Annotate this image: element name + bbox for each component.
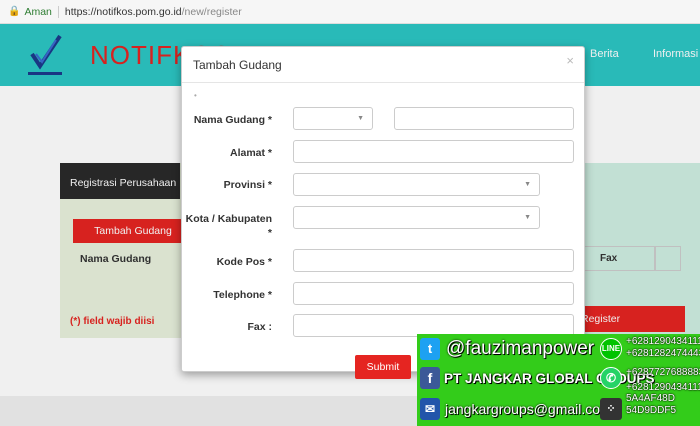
bbm-icon: ⁘ [600,398,622,420]
line-icon: LINE [600,338,622,360]
phone-number: +6281282474443 [626,348,700,359]
twitter-handle: @fauzimanpower [446,338,595,359]
submit-button[interactable]: Submit [355,355,411,379]
line-number: +6281290434111 [626,336,700,347]
label-nama-gudang: Nama Gudang * [193,114,272,126]
whatsapp-number: +6287727688883 [626,367,700,378]
chevron-down-icon: ▼ [524,214,531,221]
nama-gudang-input[interactable] [394,107,574,130]
bbm-pin: 5A4AF48D [626,393,675,404]
label-provinsi: Provinsi * [223,179,272,191]
label-alamat: Alamat * [229,147,272,159]
whatsapp-icon: ✆ [600,367,622,389]
kode-pos-input[interactable] [293,249,574,272]
kota-select[interactable]: ▼ [293,206,540,229]
browser-address-bar[interactable]: 🔒 Aman https://notifkos.pom.go.id/new/re… [0,0,700,24]
facebook-icon: f [420,367,440,389]
label-telephone: Telephone * [213,289,272,301]
label-kota-kabupaten: Kota / Kabupaten * [185,213,272,239]
url-host: https://notifkos.pom.go.id [64,5,182,18]
alamat-input[interactable] [293,140,574,163]
secure-label: Aman [24,5,52,18]
nama-gudang-select[interactable]: ▼ [293,107,373,130]
email-icon: ✉ [420,398,440,420]
modal-header: Tambah Gudang × [182,47,584,83]
decorative-dot: • [194,91,197,100]
contact-watermark: t @fauzimanpower f PT JANGKAR GLOBAL GRO… [417,334,700,426]
telephone-input[interactable] [293,282,574,305]
modal-title: Tambah Gudang [193,58,282,72]
twitter-icon: t [420,338,440,360]
chevron-down-icon: ▼ [524,181,531,188]
add-warehouse-modal: Tambah Gudang × • Nama Gudang * ▼ Alamat… [181,46,585,379]
lock-icon: 🔒 [8,6,21,17]
email-address: jangkargroups@gmail.com [445,401,612,417]
divider [57,5,59,18]
url-path: /new/register [181,5,242,18]
close-icon[interactable]: × [566,53,574,68]
provinsi-select[interactable]: ▼ [293,173,540,196]
facebook-name: PT JANGKAR GLOBAL GROUPS [444,370,655,386]
label-fax: Fax : [247,321,272,333]
bbm-pin: 54D9DDF5 [626,405,677,416]
phone-number: +6281290434111 [626,382,700,393]
chevron-down-icon: ▼ [357,115,364,122]
label-kode-pos: Kode Pos * [216,256,272,268]
